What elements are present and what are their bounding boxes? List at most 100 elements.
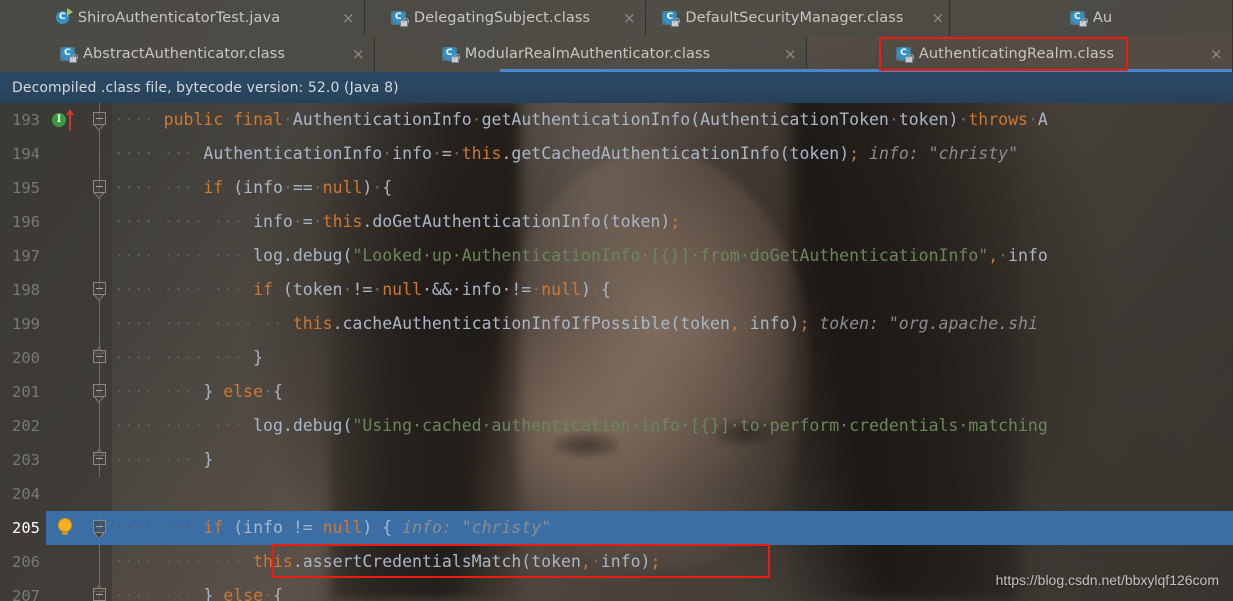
- gutter-marker-area[interactable]: [46, 443, 88, 477]
- fold-collapse-icon[interactable]: [93, 452, 106, 465]
- code-line[interactable]: 198 ···· ···· ··· if (token·!=·null·&&·i…: [0, 273, 1233, 307]
- tab-close-icon[interactable]: ×: [784, 46, 797, 62]
- gutter-marker-area[interactable]: [46, 137, 88, 171]
- code-fold-gutter[interactable]: [88, 307, 112, 341]
- code-line[interactable]: 200 ···· ···· ··· }: [0, 341, 1233, 375]
- code-token: ·: [342, 280, 353, 299]
- java-class-locked-icon: C: [895, 46, 914, 63]
- code-fold-gutter[interactable]: [88, 103, 112, 137]
- code-line-text[interactable]: ···· public final·AuthenticationInfo·get…: [112, 103, 1233, 137]
- code-line-text[interactable]: ···· ···· ···· ·· this.cacheAuthenticati…: [112, 307, 1233, 341]
- code-line[interactable]: 195 ···· ··· if (info·==·null)·{: [0, 171, 1233, 205]
- gutter-marker-area[interactable]: [46, 205, 88, 239]
- tab-close-icon[interactable]: ×: [342, 10, 355, 26]
- tab-close-icon[interactable]: ×: [1210, 46, 1223, 62]
- intention-bulb-icon[interactable]: [58, 518, 72, 535]
- gutter-marker-area[interactable]: [46, 477, 88, 511]
- code-line-text[interactable]: ···· ··· AuthenticationInfo·info·=·this.…: [112, 137, 1233, 171]
- code-token: ,: [580, 552, 591, 571]
- line-number: 201: [0, 375, 46, 409]
- code-fold-gutter[interactable]: [88, 205, 112, 239]
- tab-close-icon[interactable]: ×: [352, 46, 365, 62]
- code-fold-gutter[interactable]: [88, 137, 112, 171]
- code-token: ···· ···: [114, 586, 204, 601]
- fold-collapse-icon[interactable]: [93, 350, 106, 363]
- gutter-marker-area[interactable]: [46, 239, 88, 273]
- editor-tab-row-1[interactable]: C ShiroAuthenticatorTest.java × C Delegating…: [0, 0, 1233, 36]
- editor-tab[interactable]: C DelegatingSubject.class ×: [365, 0, 646, 36]
- code-fold-gutter[interactable]: [88, 477, 112, 511]
- code-line-text[interactable]: [112, 477, 1233, 511]
- code-token: ····: [114, 110, 164, 129]
- code-line-text[interactable]: ···· ···· ··· }: [112, 341, 1233, 375]
- code-line[interactable]: 196 ···· ···· ··· info·=·this.doGetAuthe…: [0, 205, 1233, 239]
- code-editor[interactable]: 193 I ···· public final·AuthenticationInf…: [0, 103, 1233, 601]
- code-line-text[interactable]: ···· ··· if (info·!=·null)·{ info: "chri…: [112, 511, 1233, 545]
- code-line-text[interactable]: ···· ··· } else·{: [112, 375, 1233, 409]
- code-line[interactable]: 199 ···· ···· ···· ·· this.cacheAuthenti…: [0, 307, 1233, 341]
- editor-tab-row-2[interactable]: C AbstractAuthenticator.class × C ModularRea…: [0, 36, 1233, 72]
- tab-close-icon[interactable]: ×: [932, 10, 945, 26]
- code-line[interactable]: 197 ···· ···· ··· log.debug("Looked·up·A…: [0, 239, 1233, 273]
- code-line[interactable]: 194 ···· ··· AuthenticationInfo·info·=·t…: [0, 137, 1233, 171]
- code-line-text[interactable]: ···· ··· }: [112, 443, 1233, 477]
- gutter-marker-area[interactable]: [46, 375, 88, 409]
- code-token: }: [203, 450, 214, 469]
- gutter-marker-area[interactable]: I: [46, 103, 88, 137]
- code-token: info: [392, 144, 432, 163]
- java-class-locked-icon: C: [662, 10, 681, 27]
- code-fold-gutter[interactable]: [88, 511, 112, 545]
- code-line-text[interactable]: ···· ···· ··· info·=·this.doGetAuthentic…: [112, 205, 1233, 239]
- editor-tab-bar[interactable]: C ShiroAuthenticatorTest.java × C Delegating…: [0, 0, 1233, 72]
- code-fold-gutter[interactable]: [88, 443, 112, 477]
- tab-close-icon[interactable]: ×: [623, 10, 636, 26]
- gutter-marker-area[interactable]: [46, 341, 88, 375]
- code-token: ·: [958, 110, 969, 129]
- editor-tab[interactable]: C AuthenticatingRealm.class ×: [807, 36, 1233, 72]
- fold-guide-line: [99, 205, 100, 239]
- editor-tab[interactable]: C Au: [950, 0, 1233, 36]
- code-line[interactable]: 204: [0, 477, 1233, 511]
- line-number: 203: [0, 443, 46, 477]
- editor-tab[interactable]: C ShiroAuthenticatorTest.java ×: [0, 0, 365, 36]
- code-fold-gutter[interactable]: [88, 171, 112, 205]
- code-token: }: [203, 586, 214, 601]
- code-fold-gutter[interactable]: [88, 273, 112, 307]
- code-token: if: [203, 518, 224, 537]
- code-line[interactable]: 201 ···· ··· } else·{: [0, 375, 1233, 409]
- gutter-marker-area[interactable]: [46, 511, 88, 545]
- editor-tab-label: ShiroAuthenticatorTest.java: [77, 10, 281, 26]
- line-number: 195: [0, 171, 46, 205]
- fold-guide-line: [99, 239, 100, 273]
- code-line[interactable]: 205 ···· ··· if (info·!=·null)·{ info: "…: [0, 511, 1233, 545]
- gutter-marker-area[interactable]: [46, 545, 88, 579]
- code-line-text[interactable]: ···· ···· ··· log.debug("Looked·up·Authe…: [112, 239, 1233, 273]
- overrides-method-arrow-icon[interactable]: [66, 109, 74, 130]
- code-fold-gutter[interactable]: [88, 409, 112, 443]
- fold-collapse-icon[interactable]: [93, 588, 106, 601]
- code-token: ): [362, 178, 373, 197]
- code-line[interactable]: 193 I ···· public final·AuthenticationInf…: [0, 103, 1233, 137]
- code-fold-gutter[interactable]: [88, 239, 112, 273]
- editor-tab[interactable]: C AbstractAuthenticator.class ×: [0, 36, 375, 72]
- editor-tab[interactable]: C ModularRealmAuthenticator.class ×: [375, 36, 807, 72]
- code-line[interactable]: 202 ···· ···· ··· log.debug("Using·cache…: [0, 409, 1233, 443]
- gutter-marker-area[interactable]: [46, 307, 88, 341]
- code-line-text[interactable]: ···· ··· if (info·==·null)·{: [112, 171, 1233, 205]
- code-token: else: [223, 586, 264, 601]
- code-fold-gutter[interactable]: [88, 579, 112, 601]
- code-fold-gutter[interactable]: [88, 341, 112, 375]
- editor-tab[interactable]: C DefaultSecurityManager.class ×: [646, 0, 950, 36]
- gutter-marker-area[interactable]: [46, 409, 88, 443]
- implemented-method-icon[interactable]: I: [52, 113, 66, 127]
- code-fold-gutter[interactable]: [88, 545, 112, 579]
- code-fold-gutter[interactable]: [88, 375, 112, 409]
- code-line-text[interactable]: ···· ···· ··· if (token·!=·null·&&·info·…: [112, 273, 1233, 307]
- code-line[interactable]: 203 ···· ··· }: [0, 443, 1233, 477]
- gutter-marker-area[interactable]: [46, 171, 88, 205]
- line-number: 206: [0, 545, 46, 579]
- gutter-marker-area[interactable]: [46, 273, 88, 307]
- code-token: ·: [312, 212, 323, 231]
- gutter-marker-area[interactable]: [46, 579, 88, 601]
- code-line-text[interactable]: ···· ···· ··· log.debug("Using·cached·au…: [112, 409, 1233, 443]
